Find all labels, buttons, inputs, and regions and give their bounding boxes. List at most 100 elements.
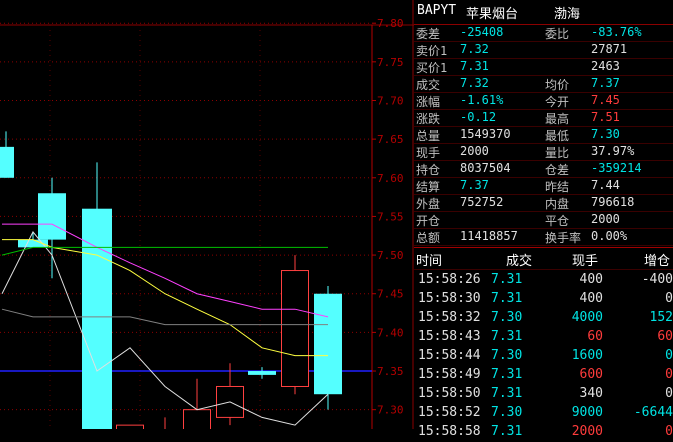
y-tick-label: 7.75	[377, 56, 404, 69]
quote-value: 7.44	[591, 178, 620, 192]
quote-value: 27871	[591, 42, 628, 56]
tick-oi: -400	[641, 272, 673, 287]
quote-row: 开仓 平仓 2000	[414, 211, 673, 229]
tick-oi: 0	[665, 348, 673, 363]
quote-label: 总量	[416, 129, 441, 143]
quote-value: 752752	[460, 195, 504, 209]
tick-time: 15:58:50	[418, 386, 481, 401]
quote-value: 7.45	[591, 93, 620, 107]
quote-label: 涨幅	[416, 95, 441, 109]
contract-name: 苹果烟台	[466, 7, 519, 22]
tick-volume: 60	[587, 329, 603, 344]
tick-volume: 1600	[571, 348, 603, 363]
y-tick-label: 7.40	[377, 326, 404, 339]
tick-row[interactable]: 15:58:26 7.31 400 -400	[414, 271, 673, 290]
quote-value: 37.97%	[591, 144, 635, 158]
quote-row: 买价1 7.31 2463	[414, 58, 673, 76]
candle-body	[0, 146, 14, 178]
quote-row: 持仓 8037504 仓差 -359214	[414, 160, 673, 178]
quote-label: 委比	[545, 27, 570, 41]
quote-value: 11418857	[460, 229, 518, 243]
quote-panel: BAPYT 苹果烟台 渤海 委差 -25408 委比 -83.76% 卖价1 7.32 27…	[414, 0, 673, 439]
quote-value: -0.12	[460, 110, 497, 124]
quote-row: 现手 2000 量比 37.97%	[414, 143, 673, 161]
quote-row: 结算 7.37 昨结 7.44	[414, 177, 673, 195]
tick-volume: 340	[579, 386, 603, 401]
y-tick-label: 7.80	[377, 17, 404, 30]
tick-price: 7.30	[491, 348, 523, 363]
quote-header: BAPYT 苹果烟台 渤海	[414, 0, 673, 25]
tick-row[interactable]: 15:58:44 7.30 1600 0	[414, 347, 673, 366]
candle-body	[183, 409, 211, 442]
tick-volume: 2000	[571, 424, 603, 439]
y-tick-label: 7.70	[377, 94, 404, 107]
y-tick-label: 7.60	[377, 172, 404, 185]
quote-value: 796618	[591, 195, 635, 209]
quote-label: 涨跌	[416, 112, 441, 126]
candle-body	[38, 193, 66, 240]
tick-row[interactable]: 15:58:58 7.31 2000 0	[414, 423, 673, 442]
quote-value: 2463	[591, 59, 620, 73]
tick-row[interactable]: 15:58:43 7.31 60 60	[414, 328, 673, 347]
quote-value: 2000	[591, 212, 620, 226]
contract-code: BAPYT	[417, 3, 457, 18]
y-tick-label: 7.55	[377, 210, 404, 223]
quote-value: 7.32	[460, 42, 489, 56]
tick-price: 7.30	[491, 310, 523, 325]
quote-label: 平仓	[545, 214, 570, 228]
quote-label: 现手	[416, 146, 441, 160]
tick-oi: 0	[665, 291, 673, 306]
quote-row: 委差 -25408 委比 -83.76%	[414, 24, 673, 42]
tick-time: 15:58:52	[418, 405, 481, 420]
quote-value: 8037504	[460, 161, 511, 175]
tick-time: 15:58:43	[418, 329, 481, 344]
tick-time: 15:58:32	[418, 310, 481, 325]
tick-price: 7.31	[491, 272, 523, 287]
tick-price: 7.31	[491, 424, 523, 439]
quote-row: 涨跌 -0.12 最高 7.51	[414, 109, 673, 127]
candle-body	[314, 293, 342, 395]
tick-time: 15:58:49	[418, 367, 481, 382]
quote-row: 总额 11418857 换手率 0.00%	[414, 228, 673, 246]
tick-time: 15:58:58	[418, 424, 481, 439]
tick-oi: -6644	[633, 405, 673, 420]
tick-row[interactable]: 15:58:30 7.31 400 0	[414, 290, 673, 309]
tick-volume: 400	[579, 291, 603, 306]
tick-time: 15:58:26	[418, 272, 481, 287]
kline-chart[interactable]: 7.80 7.75 7.70 7.65 7.60 7.55 7.50 7.45 7.40 7.35…	[0, 0, 414, 442]
tick-price: 7.31	[491, 329, 523, 344]
tick-header-price: 成交	[506, 254, 533, 269]
quote-label: 最高	[545, 112, 570, 126]
quote-label: 总额	[416, 231, 441, 245]
quote-value: 7.31	[460, 59, 489, 73]
quote-value: -359214	[591, 161, 642, 175]
tick-volume: 9000	[571, 405, 603, 420]
tick-oi: 0	[665, 386, 673, 401]
divider	[414, 247, 673, 248]
quote-row: 总量 1549370 最低 7.30	[414, 126, 673, 144]
tick-time: 15:58:30	[418, 291, 481, 306]
quote-value: -1.61%	[460, 93, 504, 107]
y-tick-label: 7.50	[377, 249, 404, 262]
quote-row: 卖价1 7.32 27871	[414, 41, 673, 59]
tick-row[interactable]: 15:58:52 7.30 9000 -6644	[414, 404, 673, 423]
tick-price: 7.31	[491, 367, 523, 382]
quote-label: 换手率	[545, 231, 582, 245]
tick-header-oi: 增仓	[644, 254, 671, 269]
tick-row[interactable]: 15:58:50 7.31 340 0	[414, 385, 673, 404]
quote-label: 内盘	[545, 197, 570, 211]
quote-label: 结算	[416, 180, 441, 194]
quote-value: 7.51	[591, 110, 620, 124]
quote-label: 开仓	[416, 214, 441, 228]
tick-row[interactable]: 15:58:32 7.30 4000 152	[414, 309, 673, 328]
candle-body	[281, 270, 309, 387]
tick-time: 15:58:44	[418, 348, 481, 363]
kline-svg[interactable]: 7.80 7.75 7.70 7.65 7.60 7.55 7.50 7.45 7.40 7.35…	[0, 0, 414, 442]
y-tick-label: 7.35	[377, 365, 404, 378]
quote-label: 委差	[416, 27, 441, 41]
tick-row[interactable]: 15:58:49 7.31 600 0	[414, 366, 673, 385]
quote-row: 成交 7.32 均价 7.37	[414, 75, 673, 93]
quote-value: 7.32	[460, 76, 489, 90]
tick-header-time: 时间	[416, 254, 443, 269]
tick-oi: 0	[665, 367, 673, 382]
